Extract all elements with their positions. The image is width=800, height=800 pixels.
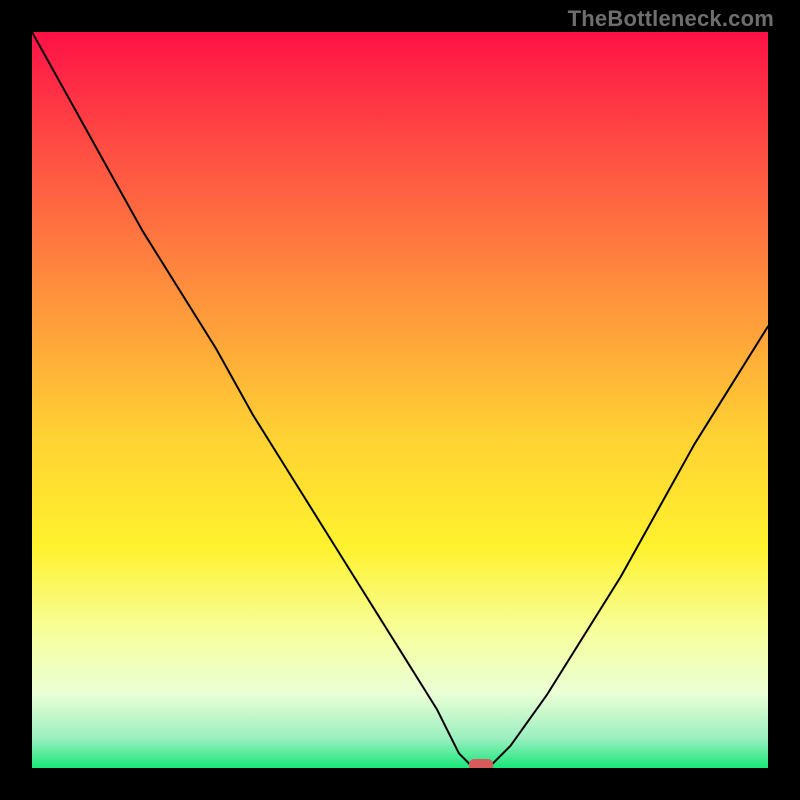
watermark-text: TheBottleneck.com bbox=[568, 6, 774, 32]
optimal-marker bbox=[469, 759, 493, 768]
curve-layer bbox=[32, 32, 768, 768]
chart-frame: TheBottleneck.com bbox=[0, 0, 800, 800]
plot-area bbox=[32, 32, 768, 768]
bottleneck-curve bbox=[32, 32, 768, 768]
